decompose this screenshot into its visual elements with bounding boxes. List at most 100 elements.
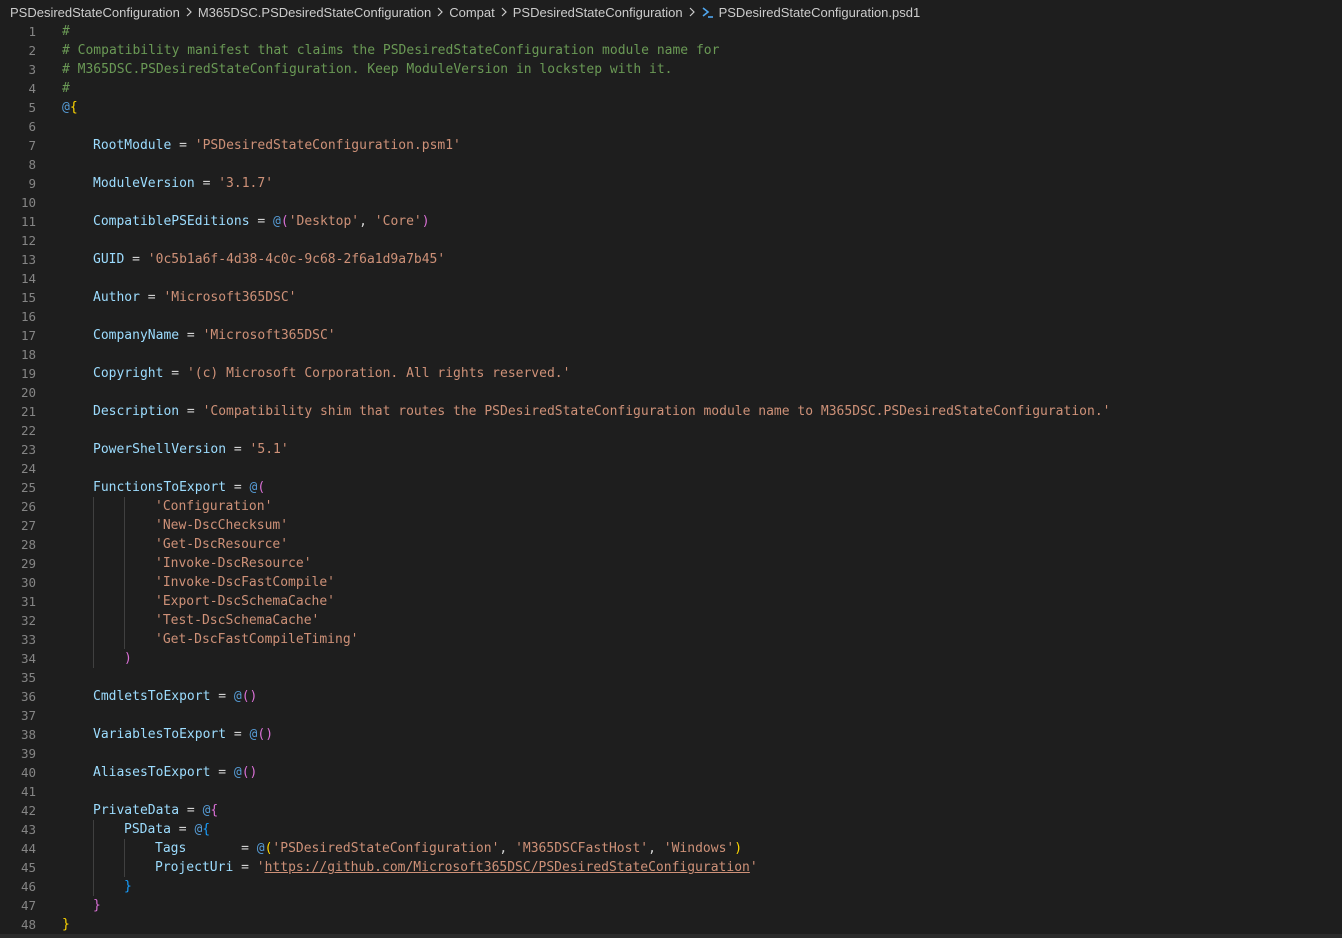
line-number: 22 (20, 423, 36, 438)
code-token: 'Invoke-DscFastCompile' (155, 575, 336, 590)
code-line[interactable]: 22 (0, 421, 1342, 440)
code-text: CompatiblePSEditions = @('Desktop', 'Cor… (93, 212, 430, 231)
breadcrumb-file[interactable]: PSDesiredStateConfiguration.psd1 (719, 5, 921, 20)
breadcrumb-folder-psdsc[interactable]: PSDesiredStateConfiguration (513, 5, 683, 20)
code-line[interactable]: 43 PSData = @{ (0, 820, 1342, 839)
line-number: 38 (20, 727, 36, 742)
line-number: 26 (20, 499, 36, 514)
code-line[interactable]: 45 ProjectUri = 'https://github.com/Micro… (0, 858, 1342, 877)
code-line[interactable]: 17 CompanyName = 'Microsoft365DSC' (0, 326, 1342, 345)
code-line[interactable]: 13 GUID = '0c5b1a6f-4d38-4c0c-9c68-2f6a1d… (0, 250, 1342, 269)
line-number: 46 (20, 879, 36, 894)
code-token: CompatiblePSEditions (93, 214, 250, 229)
line-number: 10 (20, 195, 36, 210)
line-number: 44 (20, 841, 36, 856)
code-line[interactable]: 9 ModuleVersion = '3.1.7' (0, 174, 1342, 193)
line-number: 2 (28, 43, 36, 58)
code-token: = (163, 366, 187, 381)
code-line[interactable]: 31 'Export-DscSchemaCache' (0, 592, 1342, 611)
code-line[interactable]: 42 PrivateData = @{ (0, 801, 1342, 820)
code-token: { (69, 100, 78, 115)
code-line[interactable]: 20 (0, 383, 1342, 402)
code-token: Author (93, 290, 140, 305)
code-line[interactable]: 25 FunctionsToExport = @( (0, 478, 1342, 497)
code-token: @ (256, 841, 265, 856)
code-line[interactable]: 33 'Get-DscFastCompileTiming' (0, 630, 1342, 649)
code-line[interactable]: 14 (0, 269, 1342, 288)
code-line[interactable]: 24 (0, 459, 1342, 478)
code-token: 'Invoke-DscResource' (155, 556, 312, 571)
code-text: # M365DSC.PSDesiredStateConfiguration. K… (62, 60, 672, 79)
code-text: Description = 'Compatibility shim that r… (93, 402, 1110, 421)
code-line[interactable]: 35 (0, 668, 1342, 687)
breadcrumb-folder-compat[interactable]: Compat (449, 5, 495, 20)
code-line[interactable]: 40 AliasesToExport = @() (0, 763, 1342, 782)
code-line[interactable]: 12 (0, 231, 1342, 250)
code-line[interactable]: 41 (0, 782, 1342, 801)
code-line[interactable]: 16 (0, 307, 1342, 326)
code-text: PSData = @{ (124, 820, 210, 839)
indent-guide (93, 630, 94, 649)
code-line[interactable]: 36 CmdletsToExport = @() (0, 687, 1342, 706)
code-token: 'Get-DscResource' (155, 537, 289, 552)
code-line[interactable]: 44 Tags = @('PSDesiredStateConfiguration'… (0, 839, 1342, 858)
code-token: ) (734, 841, 743, 856)
code-line[interactable]: 32 'Test-DscSchemaCache' (0, 611, 1342, 630)
code-line[interactable]: 15 Author = 'Microsoft365DSC' (0, 288, 1342, 307)
code-token: CmdletsToExport (93, 689, 211, 704)
code-token: = (194, 176, 219, 191)
code-token: CompanyName (93, 328, 180, 343)
code-line[interactable]: 11 CompatiblePSEditions = @('Desktop', 'C… (0, 212, 1342, 231)
code-token: 'Microsoft365DSC' (202, 328, 336, 343)
code-token: @ (233, 765, 242, 780)
indent-guide (124, 535, 125, 554)
breadcrumb-folder-root[interactable]: PSDesiredStateConfiguration (10, 5, 180, 20)
code-token: ( (280, 214, 289, 229)
code-line[interactable]: 27 'New-DscChecksum' (0, 516, 1342, 535)
code-line[interactable]: 21 Description = 'Compatibility shim that… (0, 402, 1342, 421)
code-line[interactable]: 46} (0, 877, 1342, 896)
chevron-right-icon (435, 6, 445, 18)
code-line[interactable]: 1 # (0, 22, 1342, 41)
code-token: RootModule (93, 138, 172, 153)
code-line[interactable]: 29 'Invoke-DscResource' (0, 554, 1342, 573)
code-line[interactable]: 30 'Invoke-DscFastCompile' (0, 573, 1342, 592)
code-token: PowerShellVersion (93, 442, 227, 457)
chevron-right-icon (184, 6, 194, 18)
code-line[interactable]: 47} (0, 896, 1342, 915)
horizontal-scrollbar[interactable] (0, 934, 1342, 938)
code-token: () (241, 689, 258, 704)
code-line[interactable]: 34) (0, 649, 1342, 668)
code-line[interactable]: 38 VariablesToExport = @() (0, 725, 1342, 744)
line-number: 20 (20, 385, 36, 400)
code-line[interactable]: 3 # M365DSC.PSDesiredStateConfiguration. … (0, 60, 1342, 79)
project-uri-link[interactable]: https://github.com/Microsoft365DSC/PSDes… (265, 860, 750, 875)
code-line[interactable]: 23 PowerShellVersion = '5.1' (0, 440, 1342, 459)
code-token: '5.1' (249, 442, 289, 457)
code-line[interactable]: 28 'Get-DscResource' (0, 535, 1342, 554)
code-text: 'Invoke-DscFastCompile' (155, 573, 335, 592)
code-text: 'Invoke-DscResource' (155, 554, 312, 573)
code-line[interactable]: 10 (0, 193, 1342, 212)
code-editor[interactable]: 1 #2 # Compatibility manifest that claims … (0, 22, 1342, 938)
code-line[interactable]: 18 (0, 345, 1342, 364)
code-token: 'New-DscChecksum' (155, 518, 289, 533)
code-text: ProjectUri = 'https://github.com/Microso… (155, 858, 758, 877)
code-line[interactable]: 48} (0, 915, 1342, 934)
code-line[interactable]: 6 (0, 117, 1342, 136)
code-line[interactable]: 37 (0, 706, 1342, 725)
code-token: 'PSDesiredStateConfiguration' (272, 841, 500, 856)
code-line[interactable]: 5 @{ (0, 98, 1342, 117)
code-line[interactable]: 26 'Configuration' (0, 497, 1342, 516)
breadcrumb-folder-module[interactable]: M365DSC.PSDesiredStateConfiguration (198, 5, 431, 20)
line-number: 27 (20, 518, 36, 533)
code-line[interactable]: 8 (0, 155, 1342, 174)
code-line[interactable]: 2 # Compatibility manifest that claims th… (0, 41, 1342, 60)
indent-guide (124, 839, 125, 858)
code-line[interactable]: 4 # (0, 79, 1342, 98)
code-line[interactable]: 7 RootModule = 'PSDesiredStateConfigurati… (0, 136, 1342, 155)
code-line[interactable]: 19 Copyright = '(c) Microsoft Corporation… (0, 364, 1342, 383)
indent-guide (124, 554, 125, 573)
code-line[interactable]: 39 (0, 744, 1342, 763)
line-number: 18 (20, 347, 36, 362)
